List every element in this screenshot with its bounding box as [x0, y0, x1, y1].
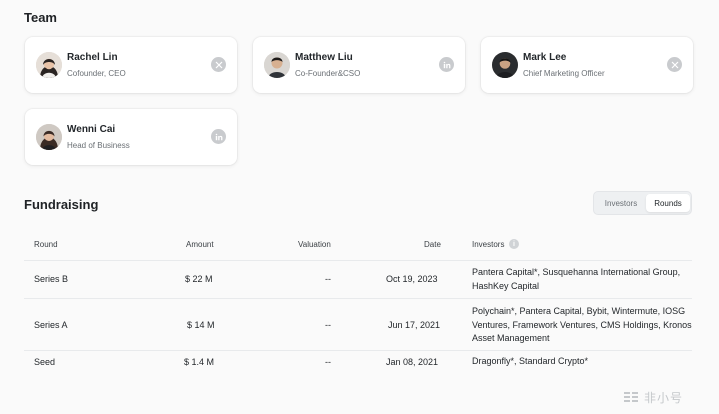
- team-section-title: Team: [24, 10, 57, 25]
- fundraising-section-title: Fundraising: [24, 197, 99, 212]
- team-member-card[interactable]: Matthew Liu Co-Founder&CSO: [253, 37, 465, 93]
- column-header-amount: Amount: [186, 240, 214, 249]
- investors-rounds-toggle: Investors Rounds: [593, 191, 692, 215]
- table-cell-round: Series A: [34, 320, 68, 330]
- toggle-rounds[interactable]: Rounds: [646, 194, 690, 212]
- team-member-card[interactable]: Rachel Lin Cofounder, CEO: [25, 37, 237, 93]
- member-name: Wenni Cai: [67, 124, 116, 135]
- linkedin-icon[interactable]: [211, 129, 226, 144]
- row-divider: [24, 260, 692, 261]
- member-role: Cofounder, CEO: [67, 69, 126, 78]
- x-icon[interactable]: [667, 57, 682, 72]
- member-name: Matthew Liu: [295, 52, 353, 63]
- linkedin-icon[interactable]: [439, 57, 454, 72]
- avatar: [492, 52, 518, 78]
- table-cell-investors: Pantera Capital*, Susquehanna Internatio…: [472, 267, 681, 291]
- watermark: 非小号: [622, 386, 714, 408]
- column-header-valuation: Valuation: [298, 240, 331, 249]
- team-member-card[interactable]: Wenni Cai Head of Business: [25, 109, 237, 165]
- table-cell-valuation: --: [325, 320, 331, 330]
- avatar: [264, 52, 290, 78]
- member-role: Co-Founder&CSO: [295, 69, 361, 78]
- x-icon[interactable]: [211, 57, 226, 72]
- watermark-logo-icon: [624, 392, 638, 402]
- table-cell-valuation: --: [325, 357, 331, 367]
- table-cell-round: Seed: [34, 357, 56, 367]
- table-cell-amount: $ 14 M: [187, 320, 215, 330]
- table-cell-date: Jun 17, 2021: [388, 320, 441, 330]
- column-header-round: Round: [34, 240, 58, 249]
- member-role: Chief Marketing Officer: [523, 69, 605, 78]
- table-cell-amount: $ 1.4 M: [184, 357, 215, 367]
- member-name: Mark Lee: [523, 52, 567, 63]
- team-member-card[interactable]: Mark Lee Chief Marketing Officer: [481, 37, 693, 93]
- table-cell-amount: $ 22 M: [185, 274, 213, 284]
- watermark-text: 非小号: [644, 390, 684, 405]
- avatar: [36, 124, 62, 150]
- column-header-investors: Investors: [472, 240, 505, 249]
- toggle-investors[interactable]: Investors: [597, 194, 645, 212]
- row-divider: [24, 350, 692, 351]
- avatar: [36, 52, 62, 78]
- member-name: Rachel Lin: [67, 52, 118, 63]
- table-cell-date: Oct 19, 2023: [386, 274, 438, 284]
- table-cell-round: Series B: [34, 274, 69, 284]
- info-icon[interactable]: i: [509, 239, 519, 249]
- table-cell-investors: Dragonfly*, Standard Crypto*: [472, 356, 589, 366]
- row-divider: [24, 298, 692, 299]
- table-cell-investors: Polychain*, Pantera Capital, Bybit, Wint…: [472, 306, 692, 343]
- column-header-date: Date: [424, 240, 441, 249]
- table-cell-valuation: --: [325, 274, 331, 284]
- member-role: Head of Business: [67, 141, 130, 150]
- table-cell-date: Jan 08, 2021: [386, 357, 439, 367]
